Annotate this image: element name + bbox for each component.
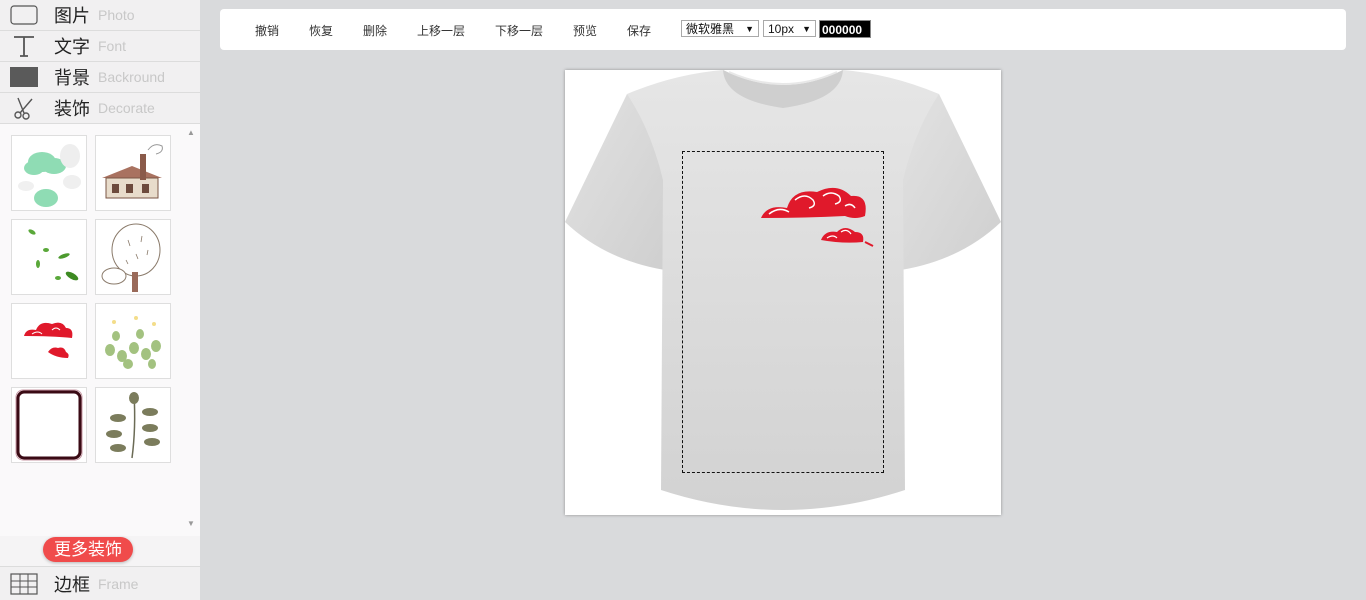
redo-button[interactable]: 恢复 — [309, 22, 333, 39]
category-decorate-label: 装饰 — [54, 99, 90, 119]
more-decorations-button[interactable]: 更多装饰 — [43, 537, 133, 562]
undo-button[interactable]: 撤销 — [255, 22, 279, 39]
font-size-select[interactable]: 10px ▼ — [763, 20, 816, 37]
text-t-icon — [10, 35, 38, 57]
decoration-sketch-tree[interactable] — [95, 219, 171, 295]
category-background[interactable]: 背景 Backround — [0, 62, 200, 93]
decoration-panel: ▲ ▼ — [0, 124, 200, 536]
category-font-label: 文字 — [54, 37, 90, 57]
dropdown-arrow-icon: ▼ — [745, 24, 754, 34]
category-frame-label: 边框 — [54, 574, 90, 595]
category-decorate-sublabel: Decorate — [98, 100, 155, 116]
grid-icon — [10, 572, 38, 595]
decoration-leafy-branch[interactable] — [95, 387, 171, 463]
printable-area[interactable] — [682, 151, 884, 473]
background-square-icon — [10, 66, 38, 88]
scroll-up-arrow-icon[interactable]: ▲ — [186, 128, 196, 138]
category-photo-sublabel: Photo — [98, 7, 135, 23]
category-background-sublabel: Backround — [98, 69, 165, 85]
decoration-red-auspicious-clouds[interactable] — [11, 303, 87, 379]
sidebar: 图片 Photo 文字 Font 背景 Backround 装饰 Decorat… — [0, 0, 200, 600]
font-size-value: 10px — [768, 22, 795, 36]
category-photo-label: 图片 — [54, 6, 90, 26]
image-frame-icon — [10, 4, 38, 26]
category-decorate[interactable]: 装饰 Decorate — [0, 93, 200, 124]
color-input[interactable]: 000000 — [819, 20, 871, 38]
save-button[interactable]: 保存 — [627, 22, 651, 39]
category-background-label: 背景 — [54, 68, 90, 88]
font-family-select[interactable]: 微软雅黑 ▼ — [681, 20, 759, 37]
category-photo[interactable]: 图片 Photo — [0, 0, 200, 31]
decoration-falling-leaves[interactable] — [11, 219, 87, 295]
preview-button[interactable]: 预览 — [573, 22, 597, 39]
category-font[interactable]: 文字 Font — [0, 31, 200, 62]
category-frame-sublabel: Frame — [98, 575, 139, 592]
category-font-sublabel: Font — [98, 38, 127, 54]
scissors-icon — [10, 97, 38, 120]
dropdown-arrow-icon: ▼ — [802, 24, 811, 34]
decoration-dark-red-frame[interactable] — [11, 387, 87, 463]
design-canvas[interactable] — [565, 70, 1001, 515]
move-layer-down-button[interactable]: 下移一层 — [495, 22, 543, 39]
scroll-down-arrow-icon[interactable]: ▼ — [186, 519, 196, 529]
decoration-green-clouds[interactable] — [11, 135, 87, 211]
category-frame[interactable]: 边框 Frame — [0, 566, 200, 600]
font-family-value: 微软雅黑 — [686, 22, 735, 36]
decoration-green-plants[interactable] — [95, 303, 171, 379]
editor-toolbar: 撤销 恢复 删除 上移一层 下移一层 预览 保存 微软雅黑 ▼ 10px ▼ 0… — [220, 9, 1346, 50]
color-value: 000000 — [822, 23, 863, 37]
move-layer-up-button[interactable]: 上移一层 — [417, 22, 465, 39]
delete-button[interactable]: 删除 — [363, 22, 387, 39]
decoration-cartoon-house[interactable] — [95, 135, 171, 211]
